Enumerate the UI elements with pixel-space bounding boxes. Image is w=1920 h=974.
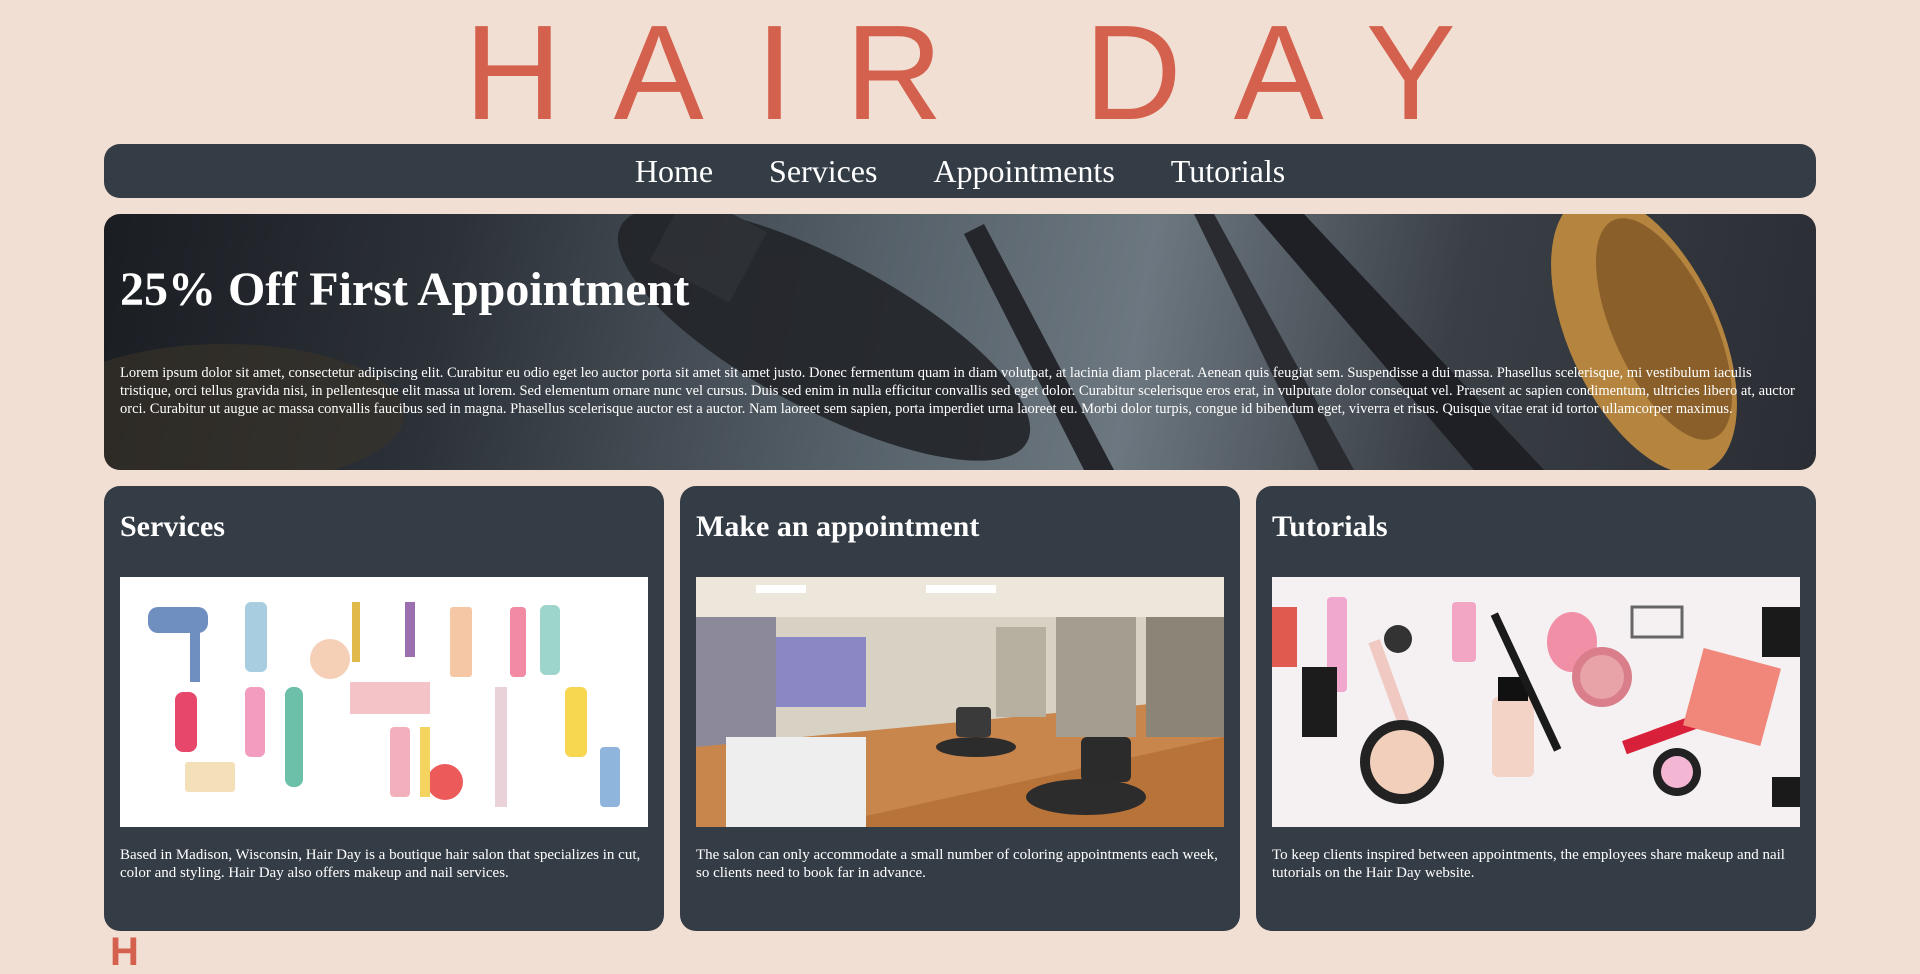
hero-banner: 25% Off First Appointment Lorem ipsum do…: [104, 214, 1816, 470]
hero-description: Lorem ipsum dolor sit amet, consectetur …: [120, 365, 1795, 417]
hero-background-image: [104, 214, 1737, 470]
tutorials-card: Tutorials To keep clients inspired betwe…: [1256, 486, 1816, 931]
tutorials-card-title: Tutorials: [1272, 510, 1388, 543]
salon-interior-image: [696, 577, 1224, 827]
gold-brush-shape: [1551, 214, 1737, 470]
services-card-text: Based in Madison, Wisconsin, Hair Day is…: [120, 847, 641, 881]
nav-tutorials-link[interactable]: Tutorials: [1171, 153, 1285, 190]
site-title: HAIR DAY: [464, 0, 1508, 148]
main-nav: Home Services Appointments Tutorials: [104, 144, 1816, 198]
appointment-card-text: The salon can only accommodate a small n…: [696, 847, 1218, 881]
services-card: Services Based in Madison, Wisconsin, Ha…: [104, 486, 664, 931]
nav-services-link[interactable]: Services: [769, 153, 877, 190]
tutorials-card-text: To keep clients inspired between appoint…: [1272, 847, 1785, 881]
services-image: [120, 577, 648, 827]
nav-appointments-link[interactable]: Appointments: [933, 153, 1114, 190]
nav-home-link[interactable]: Home: [635, 153, 713, 190]
appointment-card-title: Make an appointment: [696, 510, 980, 543]
services-card-title: Services: [120, 510, 225, 543]
appointment-card: Make an appointment The salon can only a…: [680, 486, 1240, 931]
makeup-products-image: [1272, 577, 1800, 827]
footer-heading-peek: H: [110, 930, 139, 974]
hero-title: 25% Off First Appointment: [120, 263, 690, 316]
